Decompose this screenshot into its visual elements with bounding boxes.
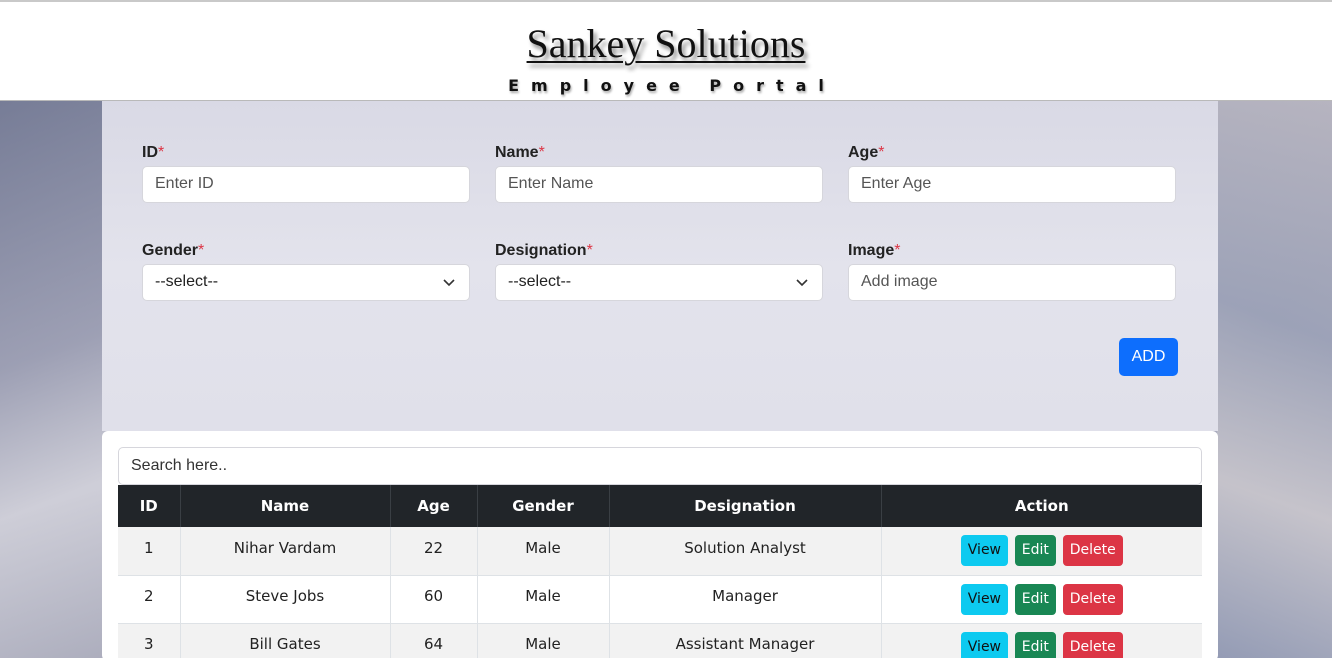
table-row: 3 Bill Gates 64 Male Assistant Manager V… bbox=[118, 623, 1202, 658]
edit-button[interactable]: Edit bbox=[1014, 583, 1056, 615]
cell-id: 3 bbox=[118, 623, 181, 658]
cell-designation: Manager bbox=[609, 575, 882, 624]
employee-form: ID* Enter ID Name* Enter Name Age* Enter… bbox=[102, 101, 1218, 431]
delete-button[interactable]: Delete bbox=[1062, 631, 1123, 658]
cell-gender: Male bbox=[477, 623, 610, 658]
search-input[interactable]: Search here.. bbox=[118, 447, 1202, 485]
view-button[interactable]: View bbox=[960, 583, 1009, 615]
cell-name: Steve Jobs bbox=[180, 575, 391, 624]
image-input[interactable]: Add image bbox=[848, 264, 1176, 301]
cell-actions: View Edit Delete bbox=[881, 623, 1202, 658]
designation-field-group: Designation* --select-- bbox=[495, 242, 823, 301]
view-button[interactable]: View bbox=[960, 631, 1009, 658]
edit-button[interactable]: Edit bbox=[1014, 535, 1056, 567]
cell-name: Nihar Vardam bbox=[180, 527, 391, 576]
view-button[interactable]: View bbox=[960, 535, 1009, 567]
cell-gender: Male bbox=[477, 527, 610, 576]
background-left bbox=[0, 100, 110, 658]
cell-gender: Male bbox=[477, 575, 610, 624]
column-header-name: Name bbox=[180, 485, 391, 527]
cell-age: 64 bbox=[390, 623, 478, 658]
table-row: 1 Nihar Vardam 22 Male Solution Analyst … bbox=[118, 527, 1202, 576]
column-header-gender: Gender bbox=[477, 485, 610, 527]
id-input[interactable]: Enter ID bbox=[142, 166, 470, 203]
cell-actions: View Edit Delete bbox=[881, 527, 1202, 576]
delete-button[interactable]: Delete bbox=[1062, 535, 1123, 567]
designation-label: Designation* bbox=[495, 242, 593, 259]
cell-actions: View Edit Delete bbox=[881, 575, 1202, 624]
gender-select-value: --select-- bbox=[155, 273, 219, 290]
chevron-down-icon bbox=[443, 279, 455, 287]
name-field-group: Name* Enter Name bbox=[495, 144, 823, 203]
designation-select-value: --select-- bbox=[508, 273, 572, 290]
column-header-designation: Designation bbox=[609, 485, 882, 527]
cell-age: 22 bbox=[390, 527, 478, 576]
id-label: ID* bbox=[142, 144, 165, 161]
background-right bbox=[1217, 100, 1332, 658]
employee-table: ID Name Age Gender Designation Action 1 … bbox=[118, 485, 1202, 658]
delete-button[interactable]: Delete bbox=[1062, 583, 1123, 615]
cell-name: Bill Gates bbox=[180, 623, 391, 658]
age-label: Age* bbox=[848, 144, 885, 161]
age-field-group: Age* Enter Age bbox=[848, 144, 1176, 203]
site-header: Sankey Solutions Employee Portal bbox=[0, 0, 1332, 101]
employee-table-panel: Search here.. ID Name Age Gender Designa… bbox=[102, 431, 1218, 658]
gender-select[interactable]: --select-- bbox=[142, 264, 470, 301]
table-row: 2 Steve Jobs 60 Male Manager View Edit D… bbox=[118, 575, 1202, 624]
name-input[interactable]: Enter Name bbox=[495, 166, 823, 203]
cell-id: 1 bbox=[118, 527, 181, 576]
name-label: Name* bbox=[495, 144, 545, 161]
chevron-down-icon bbox=[796, 279, 808, 287]
cell-designation: Assistant Manager bbox=[609, 623, 882, 658]
image-field-group: Image* Add image bbox=[848, 242, 1176, 301]
portal-subtitle: Employee Portal bbox=[508, 76, 836, 95]
id-field-group: ID* Enter ID bbox=[142, 144, 470, 203]
gender-label: Gender* bbox=[142, 242, 205, 259]
image-label: Image* bbox=[848, 242, 901, 259]
table-header-row: ID Name Age Gender Designation Action bbox=[118, 485, 1202, 527]
column-header-age: Age bbox=[390, 485, 478, 527]
cell-designation: Solution Analyst bbox=[609, 527, 882, 576]
brand-title: Sankey Solutions bbox=[526, 21, 806, 66]
age-input[interactable]: Enter Age bbox=[848, 166, 1176, 203]
column-header-id: ID bbox=[118, 485, 181, 527]
add-button[interactable]: ADD bbox=[1119, 338, 1178, 376]
edit-button[interactable]: Edit bbox=[1014, 631, 1056, 658]
cell-id: 2 bbox=[118, 575, 181, 624]
cell-age: 60 bbox=[390, 575, 478, 624]
designation-select[interactable]: --select-- bbox=[495, 264, 823, 301]
gender-field-group: Gender* --select-- bbox=[142, 242, 470, 301]
column-header-action: Action bbox=[881, 485, 1202, 527]
